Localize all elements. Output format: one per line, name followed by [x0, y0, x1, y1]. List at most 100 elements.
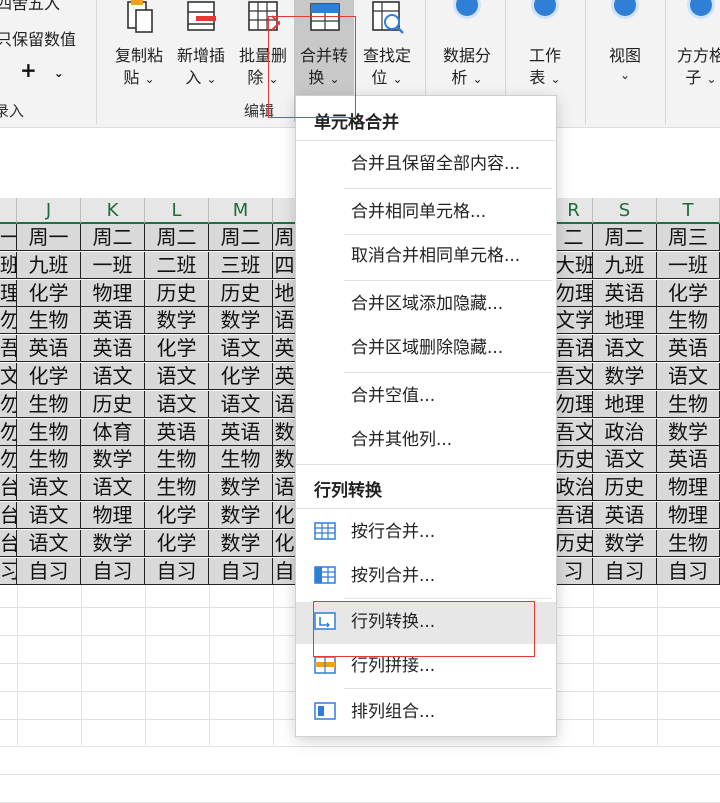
table-cell[interactable]: 语文 — [17, 529, 81, 557]
table-cell[interactable]: 语 — [273, 474, 297, 502]
menu-item-merge-same[interactable]: 合并相同单元格... — [296, 192, 556, 232]
table-cell[interactable]: 地理 — [593, 307, 657, 335]
table-cell[interactable]: 英 — [273, 335, 297, 363]
table-cell[interactable]: 语文 — [145, 363, 209, 390]
table-cell[interactable]: 化 — [273, 502, 297, 529]
table-cell[interactable]: 化学 — [145, 529, 209, 557]
table-cell[interactable]: 语文 — [17, 474, 81, 502]
table-cell[interactable]: 九班 — [17, 251, 81, 279]
table-cell[interactable]: 生物 — [657, 307, 720, 335]
table-cell[interactable]: 习 — [555, 557, 593, 585]
table-cell[interactable]: 语文 — [81, 474, 145, 502]
table-cell[interactable]: 数学 — [81, 446, 145, 474]
table-cell[interactable]: 历史 — [593, 474, 657, 502]
table-cell[interactable]: 物理 — [657, 502, 720, 529]
column-header-s[interactable]: S — [593, 198, 657, 224]
table-cell[interactable]: 周二 — [593, 224, 657, 251]
table-cell[interactable]: 台 — [0, 474, 17, 502]
table-cell[interactable]: 生物 — [657, 529, 720, 557]
table-cell[interactable]: 语文 — [657, 363, 720, 390]
table-cell[interactable]: 英语 — [209, 418, 273, 446]
table-cell[interactable]: 自 — [273, 557, 297, 585]
table-cell[interactable]: 自习 — [657, 557, 720, 585]
table-cell[interactable]: 数学 — [209, 502, 273, 529]
table-cell[interactable]: 语文 — [209, 335, 273, 363]
menu-item-merge-keep-all[interactable]: 合并且保留全部内容... — [296, 144, 556, 184]
menu-item-merge-add-hidden[interactable]: 合并区域添加隐藏... — [296, 284, 556, 324]
menu-item-merge-empty[interactable]: 合并空值... — [296, 376, 556, 416]
table-cell[interactable]: 习 — [0, 557, 17, 585]
table-cell[interactable]: 自习 — [593, 557, 657, 585]
ffcell-button[interactable]: 方方格 子 ⌄ — [670, 0, 720, 122]
table-cell[interactable]: 语文 — [593, 335, 657, 363]
table-cell[interactable]: 台 — [0, 529, 17, 557]
table-cell[interactable]: 生物 — [17, 307, 81, 335]
table-cell[interactable]: 勿理 — [555, 279, 593, 307]
table-cell[interactable]: 英语 — [81, 335, 145, 363]
table-cell[interactable]: 语 — [273, 390, 297, 418]
table-cell[interactable]: 勿 — [0, 446, 17, 474]
table-cell[interactable]: 英语 — [657, 446, 720, 474]
table-cell[interactable]: 数学 — [209, 307, 273, 335]
table-cell[interactable]: 语文 — [209, 390, 273, 418]
table-cell[interactable]: 地 — [273, 279, 297, 307]
table-cell[interactable]: 生物 — [657, 390, 720, 418]
table-cell[interactable]: 英语 — [593, 502, 657, 529]
table-cell[interactable]: 化学 — [145, 502, 209, 529]
table-cell[interactable]: 自习 — [145, 557, 209, 585]
table-cell[interactable]: 二班 — [145, 251, 209, 279]
table-cell[interactable]: 周二 — [81, 224, 145, 251]
table-cell[interactable]: 英语 — [81, 307, 145, 335]
table-cell[interactable]: 化学 — [209, 363, 273, 390]
table-cell[interactable]: 一班 — [657, 251, 720, 279]
table-cell[interactable]: 自习 — [81, 557, 145, 585]
menu-item-unmerge-same[interactable]: 取消合并相同单元格... — [296, 236, 556, 276]
table-cell[interactable]: 历史 — [555, 529, 593, 557]
table-cell[interactable]: 物理 — [81, 502, 145, 529]
column-header-m[interactable]: M — [209, 198, 273, 224]
table-cell[interactable]: 勿理 — [555, 390, 593, 418]
table-cell[interactable]: 数学 — [657, 418, 720, 446]
table-cell[interactable]: 语 — [273, 307, 297, 335]
column-header-k[interactable]: K — [81, 198, 145, 224]
table-cell[interactable]: 数学 — [593, 363, 657, 390]
menu-item-permutation[interactable]: 排列组合... — [296, 692, 556, 732]
table-cell[interactable]: 勿 — [0, 307, 17, 335]
table-cell[interactable]: 数学 — [209, 529, 273, 557]
column-header-j[interactable]: J — [17, 198, 81, 224]
table-cell[interactable]: 勿 — [0, 418, 17, 446]
table-cell[interactable]: 吾 — [0, 335, 17, 363]
table-cell[interactable]: 大班 — [555, 251, 593, 279]
table-cell[interactable]: 班 — [0, 251, 17, 279]
insert-button[interactable]: 新增插 入 ⌄ — [170, 0, 232, 122]
table-cell[interactable]: 历史 — [81, 390, 145, 418]
table-cell[interactable]: 化学 — [17, 363, 81, 390]
table-cell[interactable]: 理 — [0, 279, 17, 307]
table-cell[interactable]: 数学 — [145, 307, 209, 335]
table-cell[interactable]: 吾语 — [555, 335, 593, 363]
table-cell[interactable]: 周 — [273, 224, 297, 251]
column-header-t[interactable]: T — [657, 198, 720, 224]
table-cell[interactable]: 数学 — [209, 474, 273, 502]
table-cell[interactable]: 台 — [0, 502, 17, 529]
table-cell[interactable]: 数 — [273, 418, 297, 446]
keep-values-option[interactable]: 只保留数值 — [0, 26, 76, 50]
table-cell[interactable]: 一班 — [81, 251, 145, 279]
table-cell[interactable]: 文学 — [555, 307, 593, 335]
empty-row[interactable] — [0, 774, 720, 776]
table-cell[interactable]: 二 — [555, 224, 593, 251]
column-header[interactable] — [273, 198, 297, 224]
table-cell[interactable]: 历史 — [145, 279, 209, 307]
table-cell[interactable]: 语文 — [593, 446, 657, 474]
table-cell[interactable]: 历史 — [209, 279, 273, 307]
table-cell[interactable]: 三班 — [209, 251, 273, 279]
column-header[interactable] — [0, 198, 17, 224]
table-cell[interactable]: 英语 — [657, 335, 720, 363]
table-cell[interactable]: 物理 — [81, 279, 145, 307]
table-cell[interactable]: 九班 — [593, 251, 657, 279]
table-cell[interactable]: 文 — [0, 363, 17, 390]
table-cell[interactable]: 数学 — [81, 529, 145, 557]
table-cell[interactable]: 物理 — [657, 474, 720, 502]
table-cell[interactable]: 吾文 — [555, 418, 593, 446]
column-header-r[interactable]: R — [555, 198, 593, 224]
